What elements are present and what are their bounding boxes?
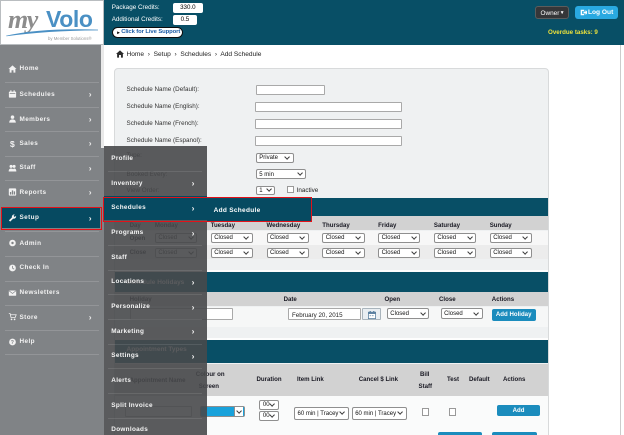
svg-text:?: ?	[11, 340, 15, 346]
